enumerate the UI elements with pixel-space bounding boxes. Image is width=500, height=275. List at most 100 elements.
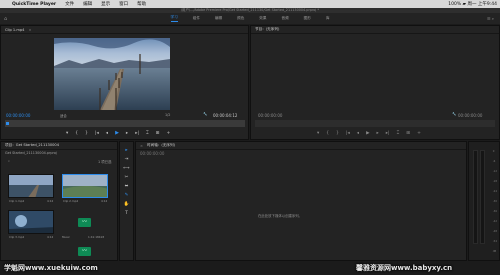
workspace-tab-graphics[interactable]: 图形 [304, 16, 311, 21]
source-tab[interactable]: Clip 1.mp4 [5, 28, 24, 32]
source-playhead[interactable] [6, 122, 9, 125]
play-icon[interactable]: ▶ [115, 130, 119, 136]
clip-1-name: Clip 1.mp4 [9, 199, 25, 203]
program-time-ruler[interactable] [255, 120, 495, 127]
meter-tick: 0 [492, 150, 495, 153]
go-to-in-icon[interactable]: |◂ [95, 131, 99, 136]
source-fit-dropdown[interactable]: 适合 [60, 113, 67, 118]
project-clip-thumbnail[interactable] [8, 174, 54, 198]
program-export-frame-icon[interactable]: ⊞ [406, 131, 410, 136]
timeline-tab[interactable]: 时间轴：(无序列) [147, 143, 175, 148]
menu-view[interactable]: 显示 [101, 1, 110, 7]
clip-2-name: Clip 2.mp4 [63, 199, 79, 203]
workspace-tab-learn[interactable]: 学习 [170, 15, 178, 22]
program-tab[interactable]: 节目：(无序列) [255, 27, 279, 32]
watermark-left: 学魁网www.xuekuiw.com [4, 264, 98, 272]
workspace-tab-color[interactable]: 颜色 [237, 16, 244, 21]
project-clip-thumbnail[interactable] [62, 174, 108, 198]
music-duration: 1:41:18418 [88, 235, 105, 239]
program-go-to-in-icon[interactable]: |◂ [346, 131, 350, 136]
app-menu[interactable]: QuickTime Player [12, 2, 56, 7]
program-transport-controls: ▾ { } |◂ ◂ ▶ ▸ ▸| ⌶ ⊞ + [317, 130, 421, 137]
menu-file[interactable]: 文件 [65, 1, 74, 7]
source-resolution-dropdown[interactable]: 1/2 [165, 113, 170, 117]
project-tab[interactable]: 项目：Get Started_211130004 [5, 143, 59, 148]
source-tab-close-icon[interactable]: × [28, 28, 31, 32]
timeline-timecode[interactable]: 00:00:00:00 [140, 151, 164, 156]
menu-help[interactable]: 帮助 [137, 1, 146, 7]
export-frame-icon[interactable]: ⊞ [156, 131, 160, 136]
audio-waveform-icon[interactable]: 〰 [78, 218, 91, 227]
workspace-tab-assembly[interactable]: 组件 [193, 16, 200, 21]
home-icon[interactable]: ⌂ [4, 16, 7, 22]
go-to-out-icon[interactable]: ▸| [135, 131, 139, 136]
program-add-button-icon[interactable]: + [417, 131, 421, 136]
source-transport-controls: ▾ { } |◂ ◂ ▶ ▸ ▸| ⌶ ⊞ + [66, 130, 170, 136]
pen-tool-icon[interactable]: ✎ [125, 193, 129, 198]
add-button-icon[interactable]: + [166, 131, 170, 136]
program-step-back-icon[interactable]: ◂ [357, 131, 359, 136]
hand-tool-icon[interactable]: ✋ [124, 202, 130, 207]
mark-out-icon[interactable]: } [85, 131, 88, 136]
program-tab-header: 节目：(无序列) [251, 26, 499, 34]
program-mark-out-icon[interactable]: } [336, 131, 339, 136]
workspace-bar: ⌂ 学习 组件 编辑 颜色 效果 音频 图形 库 ☰ ⌕ [0, 13, 500, 24]
project-clip-thumbnail[interactable] [8, 210, 54, 234]
source-timecode-duration: 00:00:04:12 [213, 113, 238, 118]
program-go-to-out-icon[interactable]: ▸| [386, 131, 390, 136]
clip-3-duration: 4:12 [47, 235, 54, 239]
workspace-tab-editing[interactable]: 编辑 [215, 16, 222, 21]
source-timecode-current[interactable]: 00:00:00:00 [6, 113, 30, 118]
timeline-tab-close-icon[interactable]: × [140, 144, 143, 148]
status-area: 100% ▰ 周一 上午9:44 [448, 1, 497, 7]
workspace-tab-libraries[interactable]: 库 [326, 16, 330, 21]
type-tool-icon[interactable]: T [125, 211, 128, 216]
ripple-edit-tool-icon[interactable]: ⟷ [123, 166, 129, 171]
add-marker-icon[interactable]: ▾ [66, 131, 68, 136]
audio-meter-panel: 0 -6 -12 -18 -24 -30 -36 -42 -48 -54 dB [468, 141, 500, 261]
timeline-tab-header: × 时间轴：(无序列) [136, 142, 466, 150]
program-timecode-current[interactable]: 00:00:00:00 [258, 113, 282, 118]
search-icon[interactable]: ⌕ [8, 159, 10, 163]
menu-edit[interactable]: 编辑 [83, 1, 92, 7]
mark-in-icon[interactable]: { [75, 131, 78, 136]
step-forward-icon[interactable]: ▸ [126, 131, 128, 136]
music-name: Music [62, 235, 70, 239]
mac-menubar: QuickTime Player 文件 编辑 显示 窗口 帮助 100% ▰ 周… [0, 0, 500, 8]
program-add-marker-icon[interactable]: ▾ [317, 131, 319, 136]
track-select-tool-icon[interactable]: ⇥ [125, 157, 129, 162]
program-timecode-duration: 00:00:00:00 [458, 113, 483, 118]
meter-tick: -18 [492, 180, 497, 183]
meter-tick: -30 [492, 200, 497, 203]
razor-tool-icon[interactable]: ✂ [125, 175, 129, 180]
project-item-count: 1 项已选 [98, 160, 112, 164]
selection-tool-icon[interactable]: ▸ [125, 148, 127, 153]
workspace-tab-effects[interactable]: 效果 [259, 16, 266, 21]
meter-tick: dB [492, 250, 497, 253]
workspace-menu-icon[interactable]: ☰ ⌕ [487, 16, 494, 21]
workspace-tab-audio[interactable]: 音频 [281, 16, 288, 21]
program-mark-in-icon[interactable]: { [326, 131, 329, 136]
meter-tick: -42 [492, 220, 497, 223]
audio-waveform-icon[interactable]: 〰 [78, 247, 91, 256]
program-step-forward-icon[interactable]: ▸ [377, 131, 379, 136]
meter-tick: -6 [492, 160, 496, 163]
source-tab-header: Clip 1.mp4 × [1, 26, 248, 34]
meter-tick: -48 [492, 230, 497, 233]
program-lift-icon[interactable]: ⌶ [397, 130, 400, 136]
clip-1-duration: 4:12 [47, 199, 54, 203]
clip-3-thumbnail-image [9, 211, 53, 233]
step-back-icon[interactable]: ◂ [106, 131, 108, 136]
meter-tick: -54 [492, 240, 497, 243]
meter-tick: -24 [492, 190, 497, 193]
insert-icon[interactable]: ⌶ [146, 130, 149, 136]
program-play-icon[interactable]: ▶ [366, 131, 369, 136]
wrench-icon[interactable]: 🔧 [203, 112, 207, 116]
source-time-ruler[interactable] [5, 120, 245, 127]
clip-1-thumbnail-image [9, 175, 53, 197]
audio-meter-scale: 0 -6 -12 -18 -24 -30 -36 -42 -48 -54 dB [493, 150, 497, 253]
menu-window[interactable]: 窗口 [119, 1, 128, 7]
slip-tool-icon[interactable]: ⬌ [125, 184, 129, 189]
meter-tick: -12 [492, 170, 497, 173]
program-wrench-icon[interactable]: 🔧 [452, 112, 456, 116]
